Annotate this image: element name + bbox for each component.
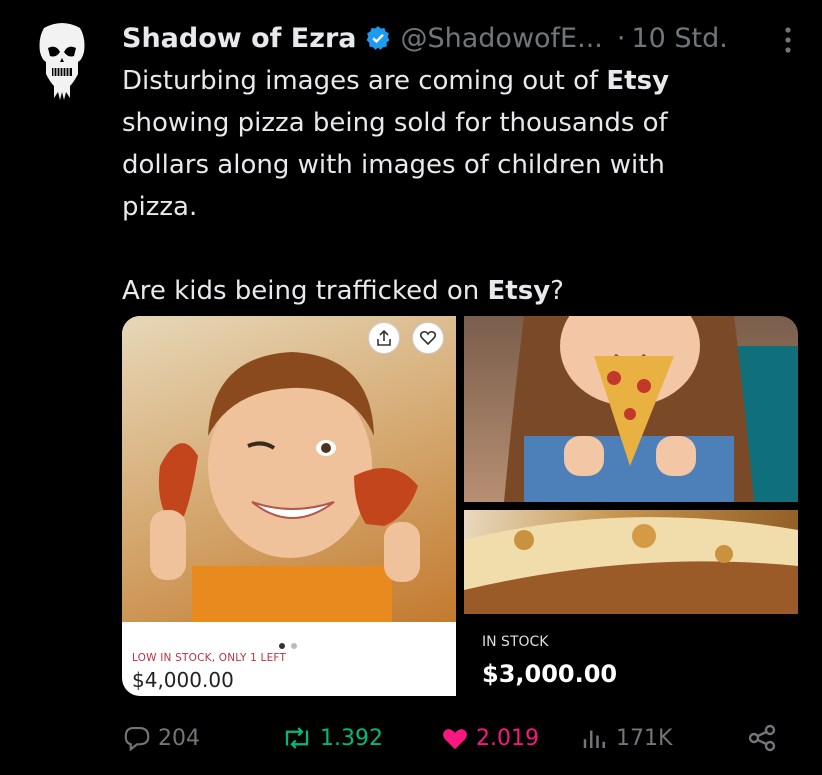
repost-icon: [285, 727, 309, 749]
share-icon[interactable]: [368, 322, 400, 354]
reply-button[interactable]: 204: [122, 718, 200, 758]
left-price: $4,000.00: [132, 668, 234, 692]
author-name[interactable]: Shadow of Ezra: [122, 23, 357, 54]
like-count: 2.019: [476, 725, 539, 751]
heart-icon[interactable]: [412, 322, 444, 354]
media-left[interactable]: LOW IN STOCK, ONLY 1 LEFT $4,000.00: [122, 316, 456, 696]
right-price: $3,000.00: [482, 660, 618, 688]
like-button[interactable]: 2.019: [440, 718, 539, 758]
post-paragraph-1: Disturbing images are coming out of Etsy…: [122, 66, 670, 222]
action-bar: 204 1.392 2.019 171K: [122, 718, 782, 758]
like-icon: [443, 729, 467, 750]
avatar[interactable]: [36, 22, 88, 102]
views-count: 171K: [616, 725, 673, 751]
repost-count: 1.392: [320, 725, 383, 751]
post-paragraph-2: Are kids being trafficked on Etsy?: [122, 276, 564, 306]
etsy-mention: Etsy: [487, 276, 551, 306]
share-button[interactable]: [746, 718, 784, 758]
left-stock-label: LOW IN STOCK, ONLY 1 LEFT: [132, 652, 287, 664]
post-text: Disturbing images are coming out of Etsy…: [122, 60, 742, 312]
post-header: Shadow of Ezra @ShadowofE... · 10 Std.: [122, 18, 792, 58]
photo-pizza-crust: [464, 510, 798, 614]
share-network-icon: [748, 724, 776, 752]
photo-boy-with-wings: [122, 316, 456, 622]
post-time[interactable]: 10 Std.: [631, 23, 727, 54]
separator: ·: [616, 22, 626, 54]
more-icon[interactable]: [784, 26, 792, 54]
etsy-mention: Etsy: [606, 66, 670, 96]
reply-icon: [124, 726, 150, 752]
media-grid[interactable]: LOW IN STOCK, ONLY 1 LEFT $4,000.00 IN S…: [122, 316, 798, 696]
views-icon: [583, 730, 605, 748]
right-stock-label: IN STOCK: [482, 634, 549, 650]
carousel-dots[interactable]: [276, 634, 300, 653]
verified-badge-icon: [366, 26, 389, 50]
punisher-skull-avatar: [39, 23, 85, 100]
photo-girl-eating-pizza: [464, 316, 798, 502]
views-button[interactable]: 171K: [580, 718, 672, 758]
author-handle[interactable]: @ShadowofE...: [401, 23, 603, 54]
repost-button[interactable]: 1.392: [280, 718, 383, 758]
reply-count: 204: [158, 725, 200, 751]
media-right[interactable]: IN STOCK $3,000.00: [464, 316, 798, 696]
